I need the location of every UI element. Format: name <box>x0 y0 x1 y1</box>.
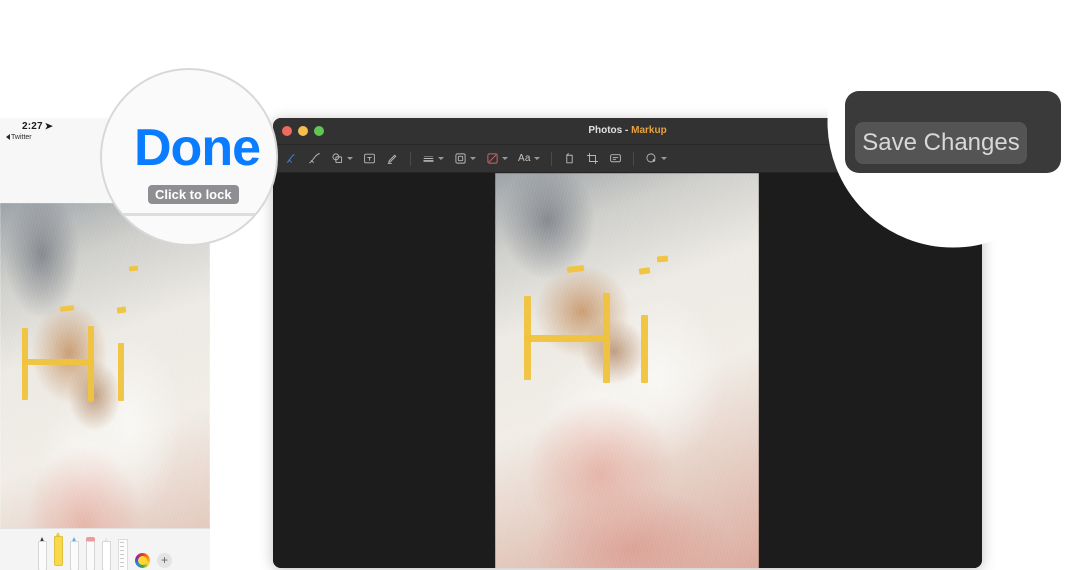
crop-tool-button[interactable] <box>584 150 601 168</box>
iphone-highlighter-tool[interactable] <box>54 532 63 566</box>
highlighter-body-icon <box>54 536 63 566</box>
rotate-left-tool-button[interactable] <box>561 150 578 168</box>
fill-color-tool-button[interactable] <box>484 150 510 168</box>
window-title-mode: Markup <box>631 125 667 136</box>
draw-icon <box>309 153 320 164</box>
iphone-add-button[interactable]: + <box>157 553 172 568</box>
iphone-color-wheel[interactable] <box>135 553 150 568</box>
close-button[interactable] <box>282 126 292 136</box>
draw-tool-button[interactable] <box>306 150 323 168</box>
traffic-lights[interactable] <box>282 126 324 136</box>
toolbar-separator-1 <box>410 151 411 166</box>
stroke-i-dot <box>638 267 651 275</box>
stroke-i-stem <box>118 343 124 401</box>
back-label: Twitter <box>11 134 32 141</box>
chevron-down-icon <box>533 157 540 160</box>
chevron-down-icon <box>502 157 508 160</box>
iphone-pencil-tool[interactable] <box>70 537 79 570</box>
eraser-body-icon <box>86 541 95 570</box>
stroke-mark-a <box>566 264 585 274</box>
annotate-tool-button[interactable] <box>607 150 624 168</box>
iphone-markup-toolbar[interactable]: + <box>0 528 210 570</box>
pencil-body-icon <box>70 541 79 570</box>
back-to-twitter-link[interactable]: Twitter <box>6 134 32 141</box>
stroke-mark-a <box>59 305 75 312</box>
text-box-icon <box>364 153 375 164</box>
stroke-i-dot <box>116 306 127 314</box>
iphone-eraser-tool[interactable] <box>86 537 95 570</box>
chevron-down-icon <box>470 157 476 160</box>
adjust-color-icon <box>646 153 656 163</box>
maximize-button[interactable] <box>314 126 324 136</box>
triangle-left-icon <box>6 134 10 140</box>
chevron-down-icon <box>660 157 667 160</box>
rotate-left-icon <box>565 153 573 164</box>
click-to-lock-tooltip: Click to lock <box>148 185 239 204</box>
highlight-icon <box>387 154 397 164</box>
status-bar-time-group: 2:27 ➤ <box>22 121 53 132</box>
pen-body-icon <box>38 541 47 570</box>
border-color-icon <box>455 153 466 164</box>
shapes-icon <box>332 153 343 164</box>
text-style-tool-button[interactable]: Aa <box>516 150 542 168</box>
markup-canvas[interactable] <box>273 173 982 568</box>
stroke-h-cross <box>22 359 94 365</box>
stroke-mark-b <box>128 265 139 272</box>
window-title-separator: - <box>622 125 632 136</box>
lasso-body-icon <box>102 541 111 570</box>
shape-style-icon <box>423 156 434 162</box>
location-arrow-icon: ➤ <box>44 121 53 131</box>
shapes-tool-button[interactable] <box>329 150 355 168</box>
mac-photo-image-container[interactable] <box>495 173 759 568</box>
stroke-i-stem <box>641 315 648 383</box>
adjust-color-tool-button[interactable] <box>643 150 669 168</box>
chevron-down-icon <box>347 157 353 160</box>
fill-color-icon <box>487 153 498 164</box>
stroke-h-cross <box>524 335 610 342</box>
status-bar-time: 2:27 <box>22 121 43 132</box>
annotate-icon <box>609 154 621 163</box>
stroke-h-right <box>603 293 610 383</box>
chevron-down-icon <box>438 157 444 160</box>
iphone-ruler-tool[interactable] <box>118 539 128 570</box>
sketch-tool-button[interactable] <box>283 150 300 168</box>
mac-markup-annotation <box>495 173 759 568</box>
photos-markup-window: Photos - Markup Aa Save Changes <box>273 118 982 568</box>
stroke-mark-b <box>656 255 669 263</box>
magnified-save-changes-button[interactable]: Save Changes <box>855 122 1027 164</box>
iphone-photo-canvas[interactable] <box>0 203 210 570</box>
iphone-lasso-tool[interactable] <box>102 537 111 570</box>
iphone-pen-tool[interactable] <box>38 537 47 570</box>
toolbar-separator-3 <box>632 151 634 166</box>
shape-style-tool-button[interactable] <box>420 150 446 168</box>
iphone-markup-annotation <box>0 203 210 570</box>
stroke-h-right <box>88 326 94 402</box>
border-color-tool-button[interactable] <box>452 150 478 168</box>
toolbar-separator-2 <box>550 151 552 166</box>
sketch-icon <box>286 154 295 163</box>
highlight-tool-button[interactable] <box>384 150 401 168</box>
minimize-button[interactable] <box>298 126 308 136</box>
text-box-tool-button[interactable] <box>361 150 378 168</box>
text-style-label: Aa <box>518 153 531 164</box>
window-title-app: Photos <box>588 125 623 136</box>
crop-icon <box>586 152 598 165</box>
magnified-done-button[interactable]: Done <box>134 118 261 178</box>
